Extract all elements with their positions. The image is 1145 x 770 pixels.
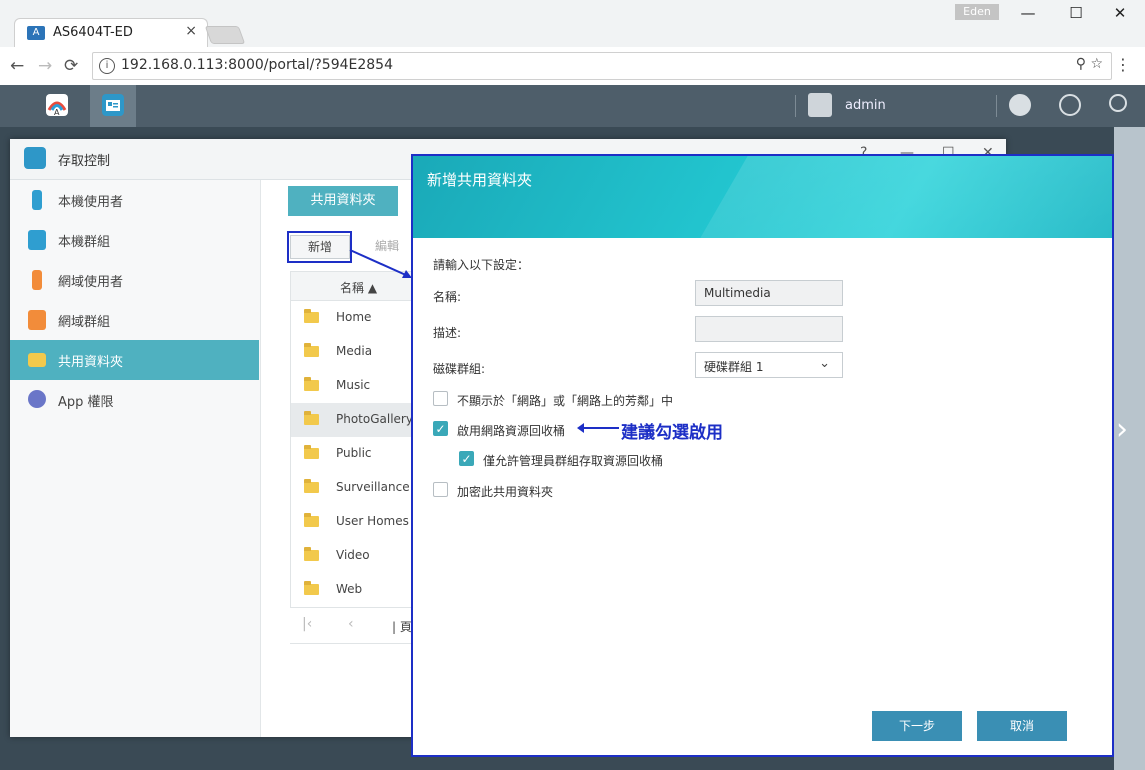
hide-from-network-checkbox[interactable]	[433, 391, 448, 406]
cancel-button[interactable]: 取消	[977, 711, 1067, 741]
next-button[interactable]: 下一步	[872, 711, 962, 741]
enable-recycle-bin-label: 啟用網路資源回收桶	[457, 424, 566, 438]
encrypt-folder-label: 加密此共用資料夾	[457, 485, 554, 499]
intro-text: 請輸入以下設定：	[433, 258, 530, 272]
name-label: 名稱:	[433, 290, 462, 304]
volume-selected-value: 硬碟群組 1	[704, 360, 764, 374]
dialog-header: 新增共用資料夾	[413, 156, 1112, 238]
volume-label: 磁碟群組:	[433, 362, 486, 376]
encrypt-folder-checkbox[interactable]	[433, 482, 448, 497]
annotation-arrow	[577, 423, 619, 433]
name-field[interactable]	[695, 280, 843, 306]
volume-select[interactable]: 硬碟群組 1 ⌄	[695, 352, 843, 378]
new-shared-folder-dialog: 新增共用資料夾 請輸入以下設定： 名稱: 描述: 磁碟群組: 硬碟群組 1 ⌄ …	[411, 154, 1114, 757]
enable-recycle-bin-checkbox[interactable]: ✓	[433, 421, 448, 436]
hide-from-network-label: 不顯示於「網路」或「網路上的芳鄰」中	[457, 394, 674, 408]
admin-only-recycle-label: 僅允許管理員群組存取資源回收桶	[483, 454, 664, 468]
admin-only-recycle-checkbox[interactable]: ✓	[459, 451, 474, 466]
description-field[interactable]	[695, 316, 843, 342]
annotation-text: 建議勾選啟用	[621, 423, 723, 443]
dialog-title: 新增共用資料夾	[427, 171, 533, 189]
chevron-down-icon: ⌄	[819, 356, 830, 371]
description-label: 描述:	[433, 326, 462, 340]
